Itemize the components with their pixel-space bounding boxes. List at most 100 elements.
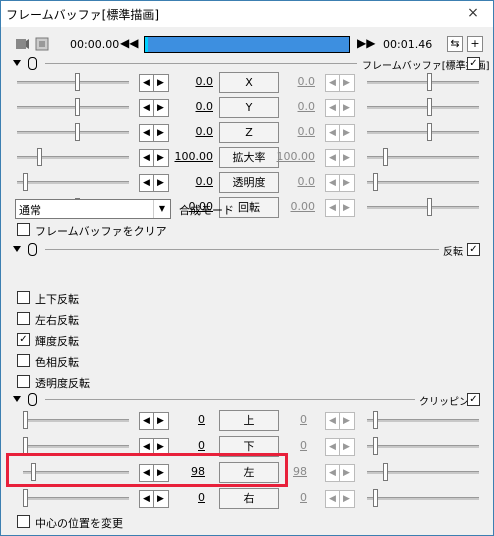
swap-button[interactable]: ⇆ bbox=[447, 36, 463, 52]
section-flip-checkbox[interactable]: ✓ bbox=[467, 243, 480, 256]
right-slider-thumb[interactable] bbox=[383, 148, 388, 166]
flip-checkbox[interactable] bbox=[17, 375, 30, 388]
left-value[interactable]: 0.0 bbox=[169, 75, 214, 88]
flip-checkbox[interactable] bbox=[17, 354, 30, 367]
left-value[interactable]: 0 bbox=[161, 413, 205, 426]
decrement-button[interactable]: ◀ bbox=[140, 100, 154, 116]
next-keyframe-button[interactable]: ▶▶ bbox=[357, 36, 375, 50]
right-slider-thumb[interactable] bbox=[427, 123, 432, 141]
right-slider[interactable] bbox=[367, 181, 479, 184]
right-value[interactable]: 0.0 bbox=[271, 175, 316, 188]
right-value[interactable]: 0.00 bbox=[271, 200, 316, 213]
increment-button[interactable]: ▶ bbox=[340, 413, 353, 429]
left-slider[interactable] bbox=[23, 419, 129, 422]
left-value[interactable]: 0.0 bbox=[169, 125, 214, 138]
param-name-button[interactable]: Y bbox=[219, 97, 279, 118]
left-slider-thumb[interactable] bbox=[37, 148, 42, 166]
right-value[interactable]: 0.0 bbox=[271, 75, 316, 88]
right-slider-thumb[interactable] bbox=[373, 437, 378, 455]
flip-checkbox[interactable] bbox=[17, 312, 30, 325]
left-value[interactable]: 0.0 bbox=[169, 100, 214, 113]
increment-button[interactable]: ▶ bbox=[340, 125, 353, 141]
collapse-icon[interactable] bbox=[13, 60, 21, 66]
right-slider-thumb[interactable] bbox=[427, 198, 432, 216]
left-slider[interactable] bbox=[23, 497, 129, 500]
increment-button[interactable]: ▶ bbox=[340, 200, 353, 216]
flip-checkbox[interactable]: ✓ bbox=[17, 333, 30, 346]
increment-button[interactable]: ▶ bbox=[340, 150, 353, 166]
param-name-button[interactable]: Z bbox=[219, 122, 279, 143]
param-name-button[interactable]: X bbox=[219, 72, 279, 93]
decrement-button[interactable]: ◀ bbox=[326, 125, 340, 141]
center-change-checkbox[interactable] bbox=[17, 515, 30, 528]
decrement-button[interactable]: ◀ bbox=[140, 175, 154, 191]
decrement-button[interactable]: ◀ bbox=[326, 491, 340, 507]
left-value[interactable]: 0 bbox=[161, 439, 205, 452]
left-value[interactable]: 0 bbox=[161, 491, 205, 504]
right-slider-thumb[interactable] bbox=[383, 463, 388, 481]
seek-position[interactable] bbox=[145, 37, 148, 52]
left-slider[interactable] bbox=[17, 131, 129, 134]
left-slider-thumb[interactable] bbox=[75, 98, 80, 116]
left-slider[interactable] bbox=[17, 156, 129, 159]
increment-button[interactable]: ▶ bbox=[340, 75, 353, 91]
right-slider[interactable] bbox=[367, 445, 479, 448]
camera-icon[interactable] bbox=[15, 37, 29, 51]
right-value[interactable]: 0.0 bbox=[271, 125, 316, 138]
decrement-button[interactable]: ◀ bbox=[326, 413, 340, 429]
decrement-button[interactable]: ◀ bbox=[326, 150, 340, 166]
param-name-button[interactable]: 拡大率 bbox=[219, 147, 279, 168]
increment-button[interactable]: ▶ bbox=[340, 439, 353, 455]
right-slider[interactable] bbox=[367, 206, 479, 209]
left-slider[interactable] bbox=[23, 445, 129, 448]
increment-button[interactable]: ▶ bbox=[154, 125, 167, 141]
right-value[interactable]: 0.0 bbox=[271, 100, 316, 113]
blend-mode-select[interactable]: 通常 ▼ bbox=[15, 199, 171, 219]
increment-button[interactable]: ▶ bbox=[340, 491, 353, 507]
right-slider[interactable] bbox=[367, 131, 479, 134]
decrement-button[interactable]: ◀ bbox=[140, 75, 154, 91]
decrement-button[interactable]: ◀ bbox=[326, 175, 340, 191]
decrement-button[interactable]: ◀ bbox=[140, 413, 154, 429]
right-slider-thumb[interactable] bbox=[427, 98, 432, 116]
right-slider[interactable] bbox=[367, 81, 479, 84]
left-slider[interactable] bbox=[17, 106, 129, 109]
add-button[interactable]: + bbox=[467, 36, 483, 52]
right-slider-thumb[interactable] bbox=[373, 173, 378, 191]
left-slider[interactable] bbox=[17, 181, 129, 184]
right-slider[interactable] bbox=[367, 106, 479, 109]
left-slider[interactable] bbox=[17, 81, 129, 84]
decrement-button[interactable]: ◀ bbox=[140, 150, 154, 166]
increment-button[interactable]: ▶ bbox=[154, 175, 167, 191]
decrement-button[interactable]: ◀ bbox=[326, 465, 340, 481]
decrement-button[interactable]: ◀ bbox=[140, 491, 154, 507]
section-clip-checkbox[interactable]: ✓ bbox=[467, 393, 480, 406]
decrement-button[interactable]: ◀ bbox=[140, 125, 154, 141]
increment-button[interactable]: ▶ bbox=[154, 150, 167, 166]
left-value[interactable]: 0.0 bbox=[169, 175, 214, 188]
param-name-button[interactable]: 透明度 bbox=[219, 172, 279, 193]
flip-checkbox[interactable] bbox=[17, 291, 30, 304]
left-slider-thumb[interactable] bbox=[75, 123, 80, 141]
increment-button[interactable]: ▶ bbox=[154, 100, 167, 116]
increment-button[interactable]: ▶ bbox=[340, 175, 353, 191]
right-slider-thumb[interactable] bbox=[427, 73, 432, 91]
decrement-button[interactable]: ◀ bbox=[326, 200, 340, 216]
prev-keyframe-button[interactable]: ◀◀ bbox=[120, 36, 138, 50]
timeline-seekbar[interactable] bbox=[144, 36, 350, 53]
right-slider[interactable] bbox=[367, 419, 479, 422]
right-value[interactable]: 0 bbox=[263, 413, 307, 426]
left-slider-thumb[interactable] bbox=[23, 489, 28, 507]
increment-button[interactable]: ▶ bbox=[340, 465, 353, 481]
right-value[interactable]: 0 bbox=[263, 491, 307, 504]
right-value[interactable]: 100.00 bbox=[271, 150, 316, 163]
collapse-icon[interactable] bbox=[13, 396, 21, 402]
right-value[interactable]: 0 bbox=[263, 439, 307, 452]
increment-button[interactable]: ▶ bbox=[154, 75, 167, 91]
section-main-checkbox[interactable]: ✓ bbox=[467, 57, 480, 70]
decrement-button[interactable]: ◀ bbox=[326, 439, 340, 455]
right-slider[interactable] bbox=[367, 497, 479, 500]
right-slider-thumb[interactable] bbox=[373, 411, 378, 429]
left-slider-thumb[interactable] bbox=[23, 173, 28, 191]
close-button[interactable]: × bbox=[459, 3, 487, 23]
